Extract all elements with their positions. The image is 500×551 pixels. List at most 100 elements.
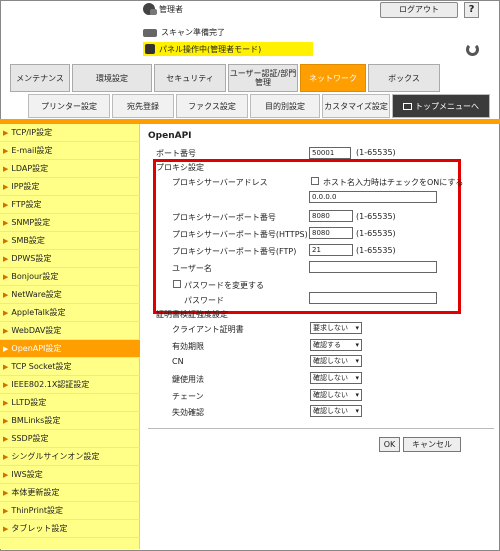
- arrow-icon: ▶: [3, 452, 9, 461]
- sidebar-item-netware[interactable]: ▶ NetWare設定: [0, 286, 140, 304]
- sidebar-item-tablet[interactable]: ▶ タブレット設定: [0, 520, 140, 538]
- tab-network[interactable]: ネットワーク: [300, 64, 366, 92]
- username-input[interactable]: [309, 261, 437, 273]
- arrow-icon: ▶: [3, 416, 9, 425]
- sidebar-item-bonjour[interactable]: ▶ Bonjour設定: [0, 268, 140, 286]
- arrow-icon: ▶: [3, 218, 9, 227]
- cert-revocation-select[interactable]: 確認しない: [310, 405, 362, 417]
- tab-box[interactable]: ボックス: [368, 64, 440, 92]
- cert-keyusage-select[interactable]: 確認しない: [310, 372, 362, 384]
- sidebar-item-label: TCP/IP設定: [11, 128, 53, 137]
- panel-status: パネル操作中(管理者モード): [143, 42, 313, 56]
- sidebar-item-label: SMB設定: [11, 236, 45, 245]
- sidebar-item-label: Bonjour設定: [11, 272, 59, 281]
- arrow-icon: ▶: [3, 236, 9, 245]
- cancel-button[interactable]: キャンセル: [403, 437, 461, 452]
- cert-revocation-label: 失効確認: [172, 408, 204, 417]
- tab-security[interactable]: セキュリティ: [154, 64, 226, 92]
- proxy-ftp-input[interactable]: 21: [309, 244, 353, 256]
- sidebar-item-iws[interactable]: ▶ IWS設定: [0, 466, 140, 484]
- sidebar-item-bmlinks[interactable]: ▶ BMLinks設定: [0, 412, 140, 430]
- password-input[interactable]: [309, 292, 437, 304]
- tab-user-auth[interactable]: ユーザー認証/部門管理: [228, 64, 298, 92]
- divider: [148, 428, 494, 429]
- sidebar-item-smb[interactable]: ▶ SMB設定: [0, 232, 140, 250]
- sidebar-item-snmp[interactable]: ▶ SNMP設定: [0, 214, 140, 232]
- sidebar-item-label: シングルサインオン設定: [11, 452, 100, 461]
- ok-button[interactable]: OK: [379, 437, 400, 452]
- subtab-fax[interactable]: ファクス設定: [176, 94, 248, 118]
- sidebar-item-ieee8021x[interactable]: ▶ IEEE802.1X認証設定: [0, 376, 140, 394]
- port-range: (1-65535): [356, 148, 396, 157]
- sidebar-item-label: OpenAPI設定: [11, 344, 62, 353]
- arrow-icon: ▶: [3, 164, 9, 173]
- sidebar-item-appletalk[interactable]: ▶ AppleTalk設定: [0, 304, 140, 322]
- sidebar-item-openapi[interactable]: ▶ OpenAPI設定: [0, 340, 140, 358]
- proxy-port-input[interactable]: 8080: [309, 210, 353, 222]
- subtab-purpose[interactable]: 目的別設定: [250, 94, 320, 118]
- subtab-customize[interactable]: カスタマイズ設定: [322, 94, 390, 118]
- subtab-address[interactable]: 宛先登録: [112, 94, 174, 118]
- help-button[interactable]: ?: [464, 2, 479, 18]
- arrow-icon: ▶: [3, 398, 9, 407]
- arrow-icon: ▶: [3, 434, 9, 443]
- proxy-https-input[interactable]: 8080: [309, 227, 353, 239]
- sidebar-item-label: TCP Socket設定: [11, 362, 72, 371]
- cert-chain-select[interactable]: 確認しない: [310, 389, 362, 401]
- sidebar-item-label: BMLinks設定: [11, 416, 61, 425]
- proxy-ftp-range: (1-65535): [356, 246, 396, 255]
- sidebar-item-firmware-update[interactable]: ▶ 本体更新設定: [0, 484, 140, 502]
- sidebar-item-label: E-mail設定: [11, 146, 53, 155]
- arrow-icon: ▶: [3, 290, 9, 299]
- proxy-port-range: (1-65535): [356, 212, 396, 221]
- port-input[interactable]: 50001: [309, 147, 351, 159]
- arrow-icon: ▶: [3, 200, 9, 209]
- sidebar-item-sso[interactable]: ▶ シングルサインオン設定: [0, 448, 140, 466]
- sidebar-item-email[interactable]: ▶ E-mail設定: [0, 142, 140, 160]
- username-label: ユーザー名: [172, 264, 212, 273]
- sidebar-item-label: SSDP設定: [11, 434, 49, 443]
- sidebar-item-webdav[interactable]: ▶ WebDAV設定: [0, 322, 140, 340]
- sidebar-item-tcpip[interactable]: ▶ TCP/IP設定: [0, 124, 140, 142]
- tab-environment[interactable]: 環境設定: [72, 64, 152, 92]
- subtab-printer[interactable]: プリンター設定: [28, 94, 110, 118]
- sidebar-item-ldap[interactable]: ▶ LDAP設定: [0, 160, 140, 178]
- section-title: OpenAPI: [148, 131, 192, 141]
- host-name-checkbox[interactable]: [311, 177, 319, 185]
- sidebar-item-label: ThinPrint設定: [11, 506, 64, 515]
- sidebar-item-label: SNMP設定: [11, 218, 51, 227]
- sidebar-item-label: DPWS設定: [11, 254, 52, 263]
- cert-client-select[interactable]: 要求しない: [310, 322, 362, 334]
- refresh-icon[interactable]: [466, 43, 479, 56]
- arrow-icon: ▶: [3, 272, 9, 281]
- tab-maintenance[interactable]: メンテナンス: [10, 64, 70, 92]
- sidebar-item-lltd[interactable]: ▶ LLTD設定: [0, 394, 140, 412]
- sidebar-item-label: WebDAV設定: [11, 326, 62, 335]
- arrow-icon: ▶: [3, 146, 9, 155]
- sidebar-item-ssdp[interactable]: ▶ SSDP設定: [0, 430, 140, 448]
- arrow-icon: ▶: [3, 380, 9, 389]
- cert-cn-select[interactable]: 確認しない: [310, 355, 362, 367]
- subtab-top-menu[interactable]: トップメニューへ: [392, 94, 490, 118]
- arrow-icon: ▶: [3, 344, 9, 353]
- proxy-address-input[interactable]: 0.0.0.0: [309, 191, 437, 203]
- logout-button[interactable]: ログアウト: [380, 2, 458, 18]
- sidebar-item-ftp[interactable]: ▶ FTP設定: [0, 196, 140, 214]
- sidebar-item-thinprint[interactable]: ▶ ThinPrint設定: [0, 502, 140, 520]
- arrow-icon: ▶: [3, 506, 9, 515]
- sidebar-item-label: 本体更新設定: [11, 488, 60, 497]
- change-password-checkbox[interactable]: [173, 280, 181, 288]
- arrow-icon: ▶: [3, 128, 9, 137]
- proxy-ftp-label: プロキシサーバーポート番号(FTP): [172, 247, 297, 256]
- sidebar-item-dpws[interactable]: ▶ DPWS設定: [0, 250, 140, 268]
- arrow-icon: ▶: [3, 182, 9, 191]
- cert-expiry-select[interactable]: 確認する: [310, 339, 362, 351]
- top-menu-label: トップメニューへ: [415, 101, 479, 111]
- admin-user-icon: [143, 3, 157, 15]
- sidebar-item-tcp-socket[interactable]: ▶ TCP Socket設定: [0, 358, 140, 376]
- admin-user-label: 管理者: [159, 4, 183, 14]
- sidebar-item-ipp[interactable]: ▶ IPP設定: [0, 178, 140, 196]
- scan-status: スキャン準備完了: [143, 27, 225, 38]
- port-label: ポート番号: [156, 149, 196, 158]
- arrow-icon: ▶: [3, 488, 9, 497]
